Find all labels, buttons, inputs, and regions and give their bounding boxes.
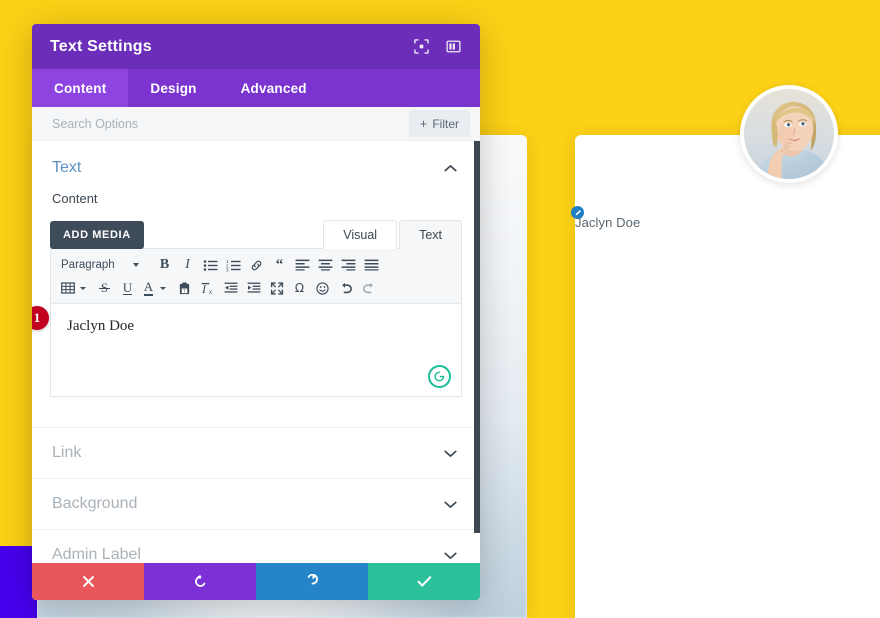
chevron-down-icon[interactable] [444, 449, 460, 458]
underline-icon[interactable]: U [116, 278, 139, 299]
link-icon[interactable] [245, 255, 268, 276]
blockquote-icon[interactable]: “ [268, 255, 291, 276]
editor-content-area[interactable]: 1 Jaclyn Doe [32, 304, 461, 396]
page-root: Jaclyn Doe Text Settings Content Design [0, 0, 880, 618]
save-button[interactable] [368, 563, 480, 600]
italic-icon[interactable]: I [176, 255, 199, 276]
svg-text:x: x [209, 290, 212, 295]
table-icon[interactable] [58, 278, 78, 299]
wp-editor: ADD MEDIA Visual Text Paragraph B I 1 2 … [32, 220, 462, 397]
grammarly-icon[interactable] [428, 365, 451, 388]
align-right-icon[interactable] [337, 255, 360, 276]
section-admin-label[interactable]: Admin Label [32, 529, 480, 563]
text-settings-modal: Text Settings Content Design Advanced Se… [32, 24, 480, 600]
focus-target-icon[interactable] [408, 34, 434, 60]
panel-layout-icon[interactable] [440, 34, 466, 60]
preview-person-name: Jaclyn Doe [575, 215, 641, 230]
close-icon [82, 576, 94, 587]
modal-title: Text Settings [50, 37, 152, 55]
svg-text:T: T [183, 288, 186, 293]
svg-text:3: 3 [226, 267, 229, 272]
search-bar: + Filter [32, 107, 480, 141]
check-icon [417, 576, 431, 587]
paste-as-text-icon[interactable]: T [173, 278, 196, 299]
modal-header: Text Settings [32, 24, 480, 69]
text-color-icon[interactable]: A [139, 278, 158, 299]
filter-button[interactable]: + Filter [408, 110, 470, 137]
redo-icon[interactable] [357, 278, 380, 299]
avatar-photo-icon [744, 89, 834, 179]
tab-advanced[interactable]: Advanced [219, 69, 329, 107]
section-text-header[interactable]: Text [32, 141, 480, 187]
section-admin-label-title: Admin Label [52, 546, 141, 563]
avatar-photo [744, 89, 834, 179]
section-text-title: Text [52, 159, 82, 176]
undo-arrow-icon [194, 574, 205, 587]
section-background[interactable]: Background [32, 478, 480, 529]
paragraph-format-select[interactable]: Paragraph [58, 255, 153, 276]
scrollbar-track[interactable] [474, 141, 480, 563]
editor-text-value: Jaclyn Doe [67, 318, 135, 334]
tab-design[interactable]: Design [128, 69, 218, 107]
chevron-down-icon[interactable] [444, 551, 460, 560]
section-link[interactable]: Link [32, 427, 480, 478]
emoji-icon[interactable] [311, 278, 334, 299]
bold-icon[interactable]: B [153, 255, 176, 276]
scrollbar-thumb[interactable] [474, 141, 480, 533]
preview-card-right [575, 135, 880, 618]
avatar [740, 85, 838, 183]
content-field-label: Content [52, 191, 98, 206]
numbered-list-icon[interactable]: 1 2 3 [222, 255, 245, 276]
redo-button[interactable] [256, 563, 368, 600]
toolbar-row-1: Paragraph B I 1 2 3 “ [55, 254, 457, 276]
modal-footer [32, 563, 480, 600]
editor-toolbar: Paragraph B I 1 2 3 “ U A T I x Ω [51, 249, 461, 304]
toolbar-row-2: S U A [55, 277, 457, 299]
editor-mode-tabs: Visual Text [323, 220, 462, 249]
chevron-up-icon[interactable] [444, 164, 460, 173]
align-justify-icon[interactable] [360, 255, 383, 276]
tab-content[interactable]: Content [32, 69, 129, 107]
chevron-down-icon[interactable] [444, 500, 460, 509]
plus-icon: + [419, 116, 428, 131]
undo-icon[interactable] [334, 278, 357, 299]
indent-icon[interactable] [242, 278, 265, 299]
bullet-list-icon[interactable] [199, 255, 222, 276]
clear-formatting-icon[interactable]: I x [196, 278, 219, 299]
editor-top-row: ADD MEDIA Visual Text [50, 220, 462, 249]
redo-arrow-icon [307, 574, 318, 585]
add-media-button[interactable]: ADD MEDIA [50, 221, 144, 249]
section-background-title: Background [52, 495, 138, 512]
modal-tabs: Content Design Advanced [32, 69, 480, 107]
tab-text[interactable]: Text [399, 220, 462, 249]
align-center-icon[interactable] [314, 255, 337, 276]
chevron-down-icon [132, 263, 139, 267]
tab-visual[interactable]: Visual [323, 220, 398, 249]
align-left-icon[interactable] [291, 255, 314, 276]
step-badge-1: 1 [32, 306, 49, 330]
search-input[interactable] [52, 116, 352, 131]
fullscreen-icon[interactable] [265, 278, 288, 299]
special-character-icon[interactable]: Ω [288, 278, 311, 299]
undo-button[interactable] [144, 563, 256, 600]
editor-box: Paragraph B I 1 2 3 “ U A T I x Ω 1 Jacl… [32, 248, 462, 397]
cancel-button[interactable] [32, 563, 144, 600]
chevron-down-icon[interactable] [160, 286, 166, 290]
outdent-icon[interactable] [219, 278, 242, 299]
paragraph-format-label: Paragraph [61, 259, 115, 271]
chevron-down-icon[interactable] [80, 286, 86, 290]
strikethrough-icon[interactable]: S [93, 278, 116, 299]
section-link-title: Link [52, 444, 82, 461]
modal-body: Text Content ADD MEDIA Visual Text Parag… [32, 141, 480, 563]
filter-button-label: Filter [432, 116, 459, 131]
